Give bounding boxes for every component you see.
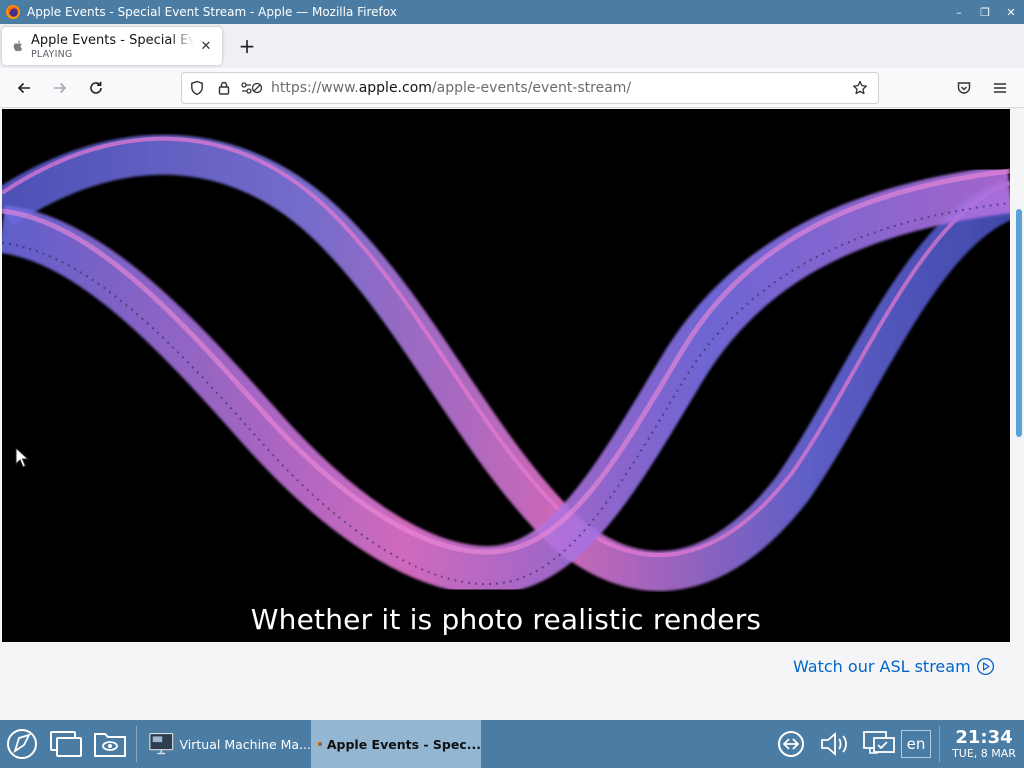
hamburger-menu-icon	[994, 83, 1006, 93]
application-launcher-button[interactable]	[0, 722, 44, 766]
network-icon	[778, 731, 804, 757]
taskbar-separator	[136, 726, 137, 762]
forward-arrow-icon	[54, 82, 67, 93]
new-tab-button[interactable]: +	[232, 31, 262, 61]
url-host: apple.com	[358, 80, 432, 96]
clock[interactable]: 21:34 TUE, 8 MAR	[944, 728, 1024, 760]
speaker-icon	[821, 732, 847, 756]
tab-close-button[interactable]: ✕	[194, 34, 218, 58]
back-arrow-icon	[17, 82, 30, 93]
clock-time: 21:34	[955, 727, 1013, 748]
tab-strip: Apple Events - Special Event Stream - Ap…	[0, 24, 1024, 68]
asl-stream-link[interactable]: Watch our ASL stream	[793, 657, 995, 676]
tab-title: Apple Events - Special Event Stream - Ap…	[31, 32, 194, 48]
taskbar-separator	[939, 726, 940, 762]
reload-icon	[90, 81, 102, 94]
file-manager-button[interactable]	[88, 722, 132, 766]
url-text[interactable]: https://www.apple.com/apple-events/event…	[271, 80, 846, 96]
reload-button[interactable]	[78, 72, 114, 104]
close-window-button[interactable]: ✕	[998, 0, 1024, 24]
display-tray-button[interactable]	[857, 722, 901, 766]
firefox-icon	[317, 741, 323, 747]
bookmark-star-icon[interactable]	[846, 74, 874, 102]
pocket-icon	[957, 82, 971, 94]
asl-stream-link-label: Watch our ASL stream	[793, 657, 971, 676]
show-desktop-button[interactable]	[44, 722, 88, 766]
keyboard-layout-indicator[interactable]: en	[901, 730, 931, 758]
video-caption: Whether it is photo realistic renders	[250, 603, 762, 636]
page-scrollbar[interactable]	[1016, 209, 1022, 437]
play-circle-icon	[976, 657, 994, 676]
window-title: Apple Events - Special Event Stream - Ap…	[27, 5, 397, 19]
url-bar[interactable]: https://www.apple.com/apple-events/event…	[181, 72, 879, 104]
window-titlebar: Apple Events - Special Event Stream - Ap…	[0, 0, 1024, 24]
tab-playing-label: PLAYING	[31, 48, 73, 60]
navigation-toolbar: https://www.apple.com/apple-events/event…	[0, 68, 1024, 108]
task-virtual-machine-manager[interactable]: Virtual Machine Ma...	[141, 720, 311, 768]
ribbon-artwork	[2, 134, 1010, 595]
monitor-check-icon	[863, 731, 895, 754]
back-button[interactable]	[6, 72, 42, 104]
tracking-protection-shield-icon[interactable]	[185, 76, 209, 100]
task-firefox[interactable]: Apple Events - Spec...	[311, 720, 481, 768]
maximize-button[interactable]: ❐	[972, 0, 998, 24]
task-label: Apple Events - Spec...	[326, 736, 481, 752]
pocket-button[interactable]	[948, 72, 980, 104]
task-label: Virtual Machine Ma...	[179, 736, 311, 752]
launcher-icon	[7, 729, 37, 759]
clock-date: TUE, 8 MAR	[952, 747, 1016, 760]
firefox-icon	[6, 5, 20, 19]
tab-apple-events[interactable]: Apple Events - Special Event Stream - Ap…	[2, 27, 222, 65]
mouse-pointer-icon	[15, 447, 29, 468]
virtual-machine-icon	[149, 732, 174, 755]
url-scheme: https://www.	[271, 80, 359, 96]
taskbar: Virtual Machine Ma... Apple Events - Spe…	[0, 720, 1024, 768]
page-content: Whether it is photo realistic renders Wa…	[0, 109, 1024, 720]
windows-icon	[50, 731, 82, 757]
folder-eye-icon	[94, 733, 126, 757]
forward-button[interactable]	[42, 72, 78, 104]
permissions-icon[interactable]	[239, 76, 263, 100]
network-tray-button[interactable]	[769, 722, 813, 766]
minimize-button[interactable]: –	[946, 0, 972, 24]
volume-tray-button[interactable]	[813, 722, 857, 766]
apple-icon	[13, 40, 23, 52]
url-path: /apple-events/event-stream/	[431, 80, 632, 96]
event-video-player[interactable]: Whether it is photo realistic renders	[2, 109, 1010, 642]
app-menu-button[interactable]	[984, 72, 1016, 104]
lock-icon[interactable]	[212, 76, 236, 100]
